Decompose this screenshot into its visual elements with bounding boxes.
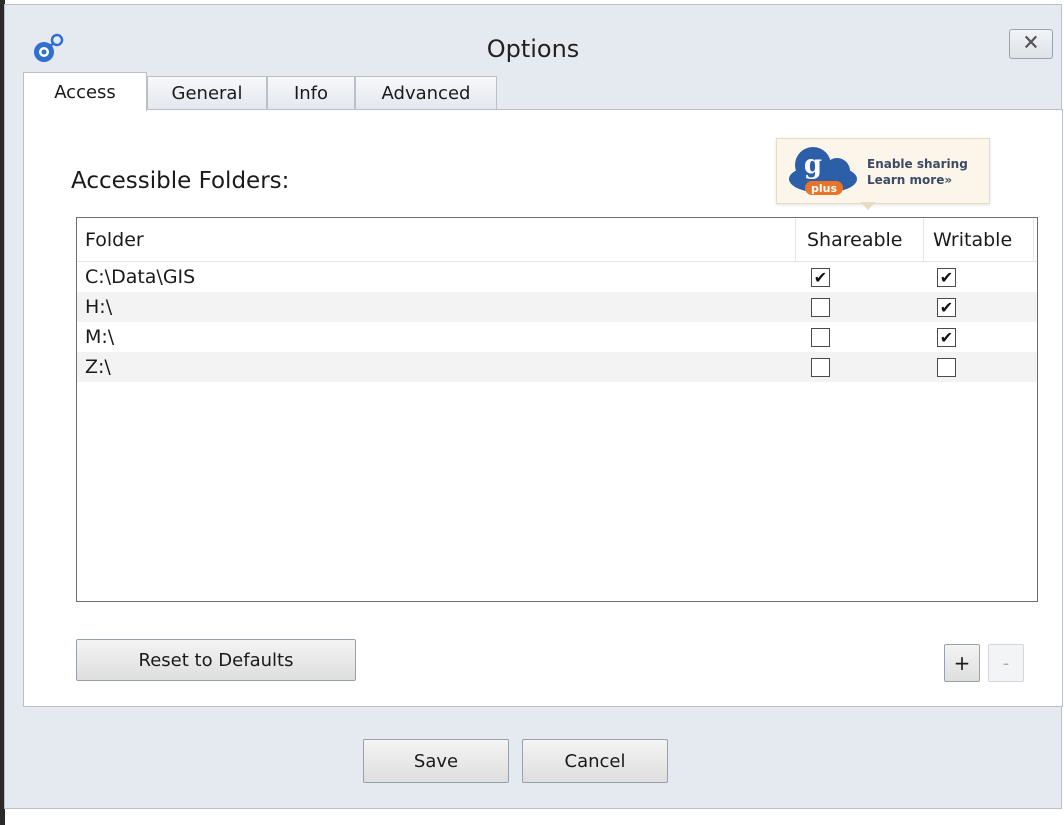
shareable-checkbox[interactable] bbox=[811, 328, 830, 347]
table-row[interactable]: Z:\ bbox=[77, 352, 1037, 382]
save-button[interactable]: Save bbox=[363, 739, 509, 783]
window-title: Options bbox=[486, 35, 580, 63]
promo-pointer bbox=[860, 202, 876, 210]
tab-general[interactable]: General bbox=[147, 76, 267, 110]
shareable-checkbox[interactable] bbox=[811, 358, 830, 377]
enable-sharing-promo[interactable]: g plus Enable sharing Learn more» bbox=[776, 138, 990, 204]
folder-path: H:\ bbox=[85, 296, 113, 318]
cancel-button[interactable]: Cancel bbox=[522, 739, 668, 783]
close-button[interactable]: 🗙 bbox=[1009, 29, 1053, 59]
tab-advanced[interactable]: Advanced bbox=[355, 76, 497, 110]
options-window: Options 🗙 Access General Info Advanced A… bbox=[4, 4, 1063, 809]
section-heading: Accessible Folders: bbox=[71, 168, 290, 194]
table-row[interactable]: H:\ ✔ bbox=[77, 292, 1037, 322]
column-divider bbox=[795, 218, 796, 262]
tab-label: General bbox=[171, 83, 243, 104]
folders-table[interactable]: Folder Shareable Writable C:\Data\GIS ✔ … bbox=[76, 217, 1038, 602]
close-icon: 🗙 bbox=[1024, 31, 1038, 52]
column-divider bbox=[1033, 218, 1034, 262]
tab-info[interactable]: Info bbox=[267, 76, 355, 110]
promo-title: Enable sharing bbox=[867, 157, 968, 171]
folder-path: C:\Data\GIS bbox=[85, 266, 196, 288]
checkmark-icon: ✔ bbox=[813, 267, 828, 287]
add-folder-button[interactable]: + bbox=[944, 644, 980, 682]
folder-path: Z:\ bbox=[85, 356, 111, 378]
access-panel: Accessible Folders: g plus Enable sharin… bbox=[23, 109, 1063, 707]
writable-checkbox[interactable]: ✔ bbox=[937, 268, 956, 287]
gplus-cloud-logo: g plus bbox=[789, 147, 857, 195]
checkmark-icon: ✔ bbox=[939, 267, 954, 287]
tab-label: Info bbox=[293, 83, 329, 104]
table-row[interactable]: M:\ ✔ bbox=[77, 322, 1037, 352]
shareable-checkbox[interactable] bbox=[811, 298, 830, 317]
column-header-writable[interactable]: Writable bbox=[933, 218, 1012, 262]
column-divider bbox=[923, 218, 924, 262]
promo-link[interactable]: Learn more» bbox=[867, 173, 952, 187]
logo-plus-text: plus bbox=[811, 182, 837, 195]
logo-g-text: g bbox=[804, 150, 822, 180]
title-bar: Options 🗙 bbox=[5, 5, 1061, 85]
folder-path: M:\ bbox=[85, 326, 115, 348]
writable-checkbox[interactable] bbox=[937, 358, 956, 377]
tab-label: Advanced bbox=[381, 83, 471, 104]
checkmark-icon: ✔ bbox=[939, 327, 954, 347]
writable-checkbox[interactable]: ✔ bbox=[937, 328, 956, 347]
checkmark-icon: ✔ bbox=[939, 297, 954, 317]
column-header-shareable[interactable]: Shareable bbox=[807, 218, 903, 262]
tab-access[interactable]: Access bbox=[23, 72, 147, 111]
remove-folder-button[interactable]: - bbox=[988, 644, 1024, 682]
shareable-checkbox[interactable]: ✔ bbox=[811, 268, 830, 287]
writable-checkbox[interactable]: ✔ bbox=[937, 298, 956, 317]
table-header: Folder Shareable Writable bbox=[77, 218, 1037, 262]
reset-to-defaults-button[interactable]: Reset to Defaults bbox=[76, 639, 356, 681]
tab-label: Access bbox=[54, 81, 116, 103]
column-header-folder[interactable]: Folder bbox=[85, 218, 144, 262]
table-row[interactable]: C:\Data\GIS ✔ ✔ bbox=[77, 262, 1037, 292]
